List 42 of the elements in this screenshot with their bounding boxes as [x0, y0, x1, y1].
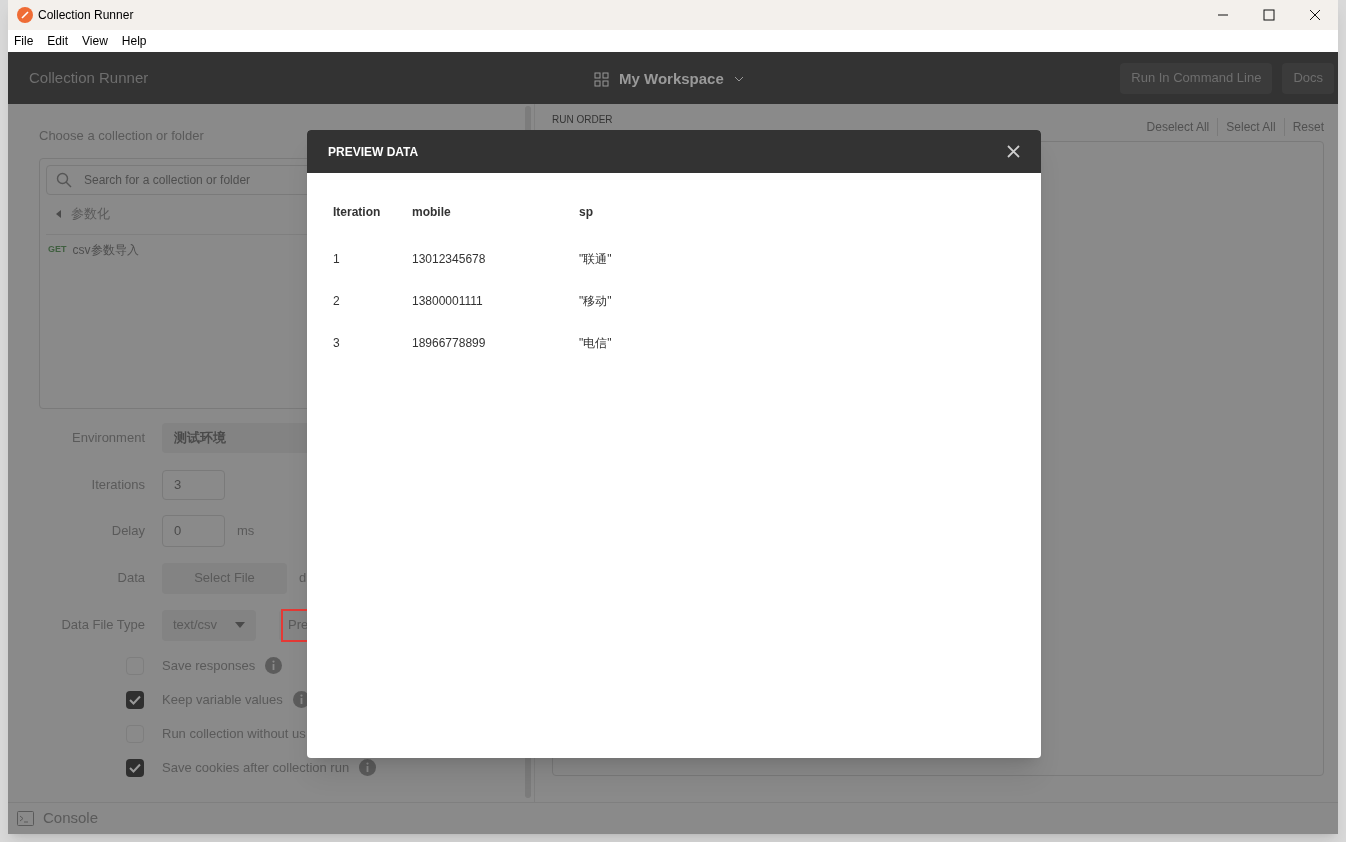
caret-left-icon: [56, 210, 61, 218]
chevron-down-icon: [733, 76, 744, 83]
menu-item[interactable]: View: [82, 32, 108, 50]
table-cell-text: 1: [333, 251, 341, 268]
check-icon: [129, 694, 141, 705]
workspace-name: My Workspace: [619, 69, 724, 89]
request-method: GET: [48, 242, 67, 256]
table-cell-text: 13012345678: [412, 251, 487, 268]
section-heading: RUN ORDER: [552, 113, 613, 127]
column-header: sp: [579, 204, 594, 221]
header-title: Collection Runner: [29, 67, 149, 88]
run-order-action[interactable]: Select All: [1217, 118, 1284, 136]
menu-item[interactable]: Edit: [47, 32, 69, 50]
table-cell-text: "电信": [579, 335, 613, 352]
table-cell-text: "移动": [579, 293, 613, 310]
grid-icon: [594, 71, 609, 87]
column-header: Iteration: [333, 204, 382, 221]
info-icon: [359, 759, 377, 776]
app-logo-icon: [17, 7, 33, 23]
check-icon: [129, 762, 141, 773]
table-cell-text: 13800001111: [412, 293, 484, 310]
window-title: Collection Runner: [38, 7, 134, 24]
search-icon: [56, 171, 72, 188]
column-header: mobile: [412, 204, 452, 221]
menu-item[interactable]: Help: [121, 32, 147, 50]
delay-field[interactable]: 0: [162, 514, 225, 547]
table-cell-text: "联通": [579, 251, 613, 268]
caret-down-icon: [235, 622, 245, 628]
checkbox[interactable]: [126, 690, 144, 709]
dialog-title: PREVIEW DATA: [328, 143, 419, 161]
checkbox[interactable]: [126, 758, 144, 777]
menu-item[interactable]: File: [14, 32, 34, 50]
table-cell-text: 18966778899: [412, 335, 487, 352]
console-icon: [17, 811, 34, 826]
close-icon[interactable]: [1007, 145, 1020, 158]
table-cell-text: 2: [333, 293, 341, 310]
info-icon: [265, 657, 283, 674]
workspace-switcher[interactable]: My Workspace: [594, 68, 744, 91]
run-order-action[interactable]: Deselect All: [1146, 118, 1218, 136]
iterations-field[interactable]: 3: [162, 469, 225, 500]
run-order-action[interactable]: Reset: [1283, 118, 1324, 136]
table-cell-text: 3: [333, 335, 341, 352]
